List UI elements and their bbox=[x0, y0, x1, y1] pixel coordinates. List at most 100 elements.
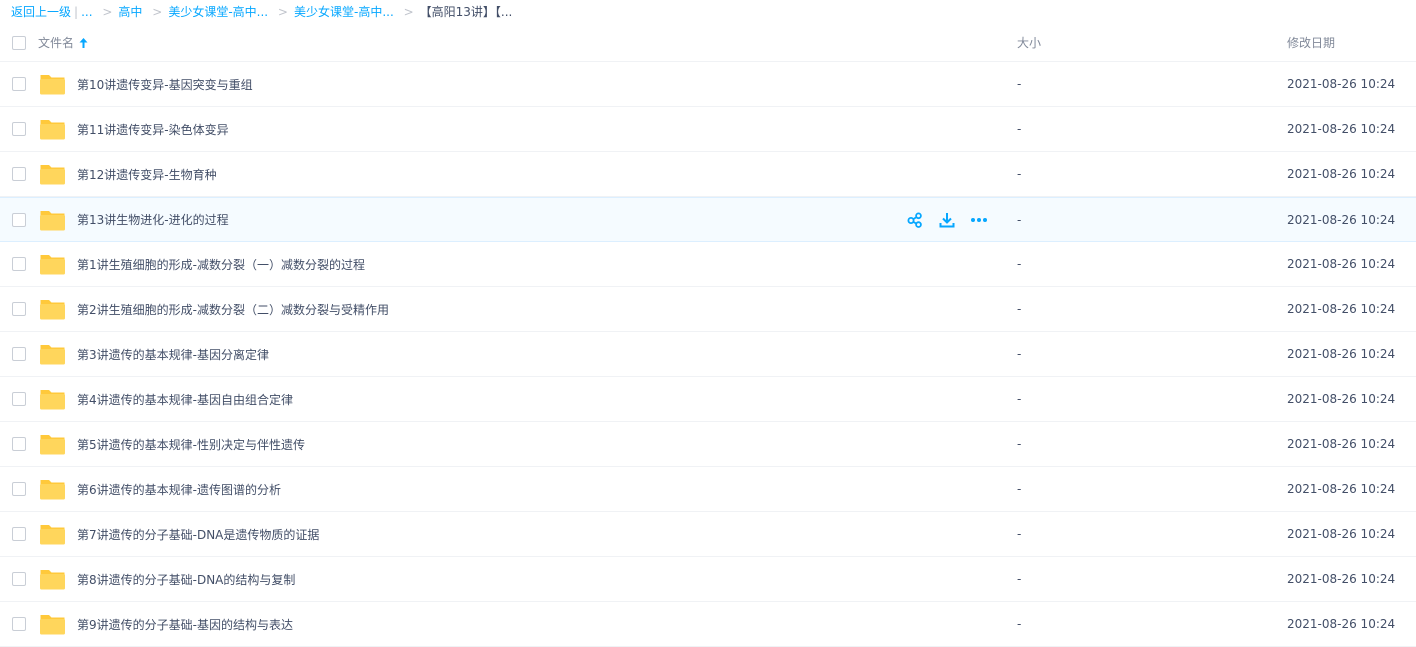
file-date: 2021-08-26 10:24 bbox=[1287, 527, 1396, 541]
breadcrumb-current: 【高阳13讲】【... bbox=[419, 5, 513, 19]
breadcrumb: 返回上一级 |... > 高中 > 美少女课堂-高中... > 美少女课堂-高中... … bbox=[0, 0, 1416, 24]
column-header-name[interactable]: 文件名 bbox=[38, 34, 88, 51]
row-checkbox[interactable] bbox=[12, 572, 26, 586]
file-date: 2021-08-26 10:24 bbox=[1287, 437, 1396, 451]
folder-icon bbox=[40, 255, 65, 275]
file-name[interactable]: 第5讲遗传的基本规律-性别决定与伴性遗传 bbox=[77, 436, 305, 453]
file-name[interactable]: 第11讲遗传变异-染色体变异 bbox=[77, 121, 229, 138]
file-size: - bbox=[1017, 482, 1022, 496]
file-size: - bbox=[1017, 617, 1022, 631]
file-size: - bbox=[1017, 392, 1022, 406]
file-date: 2021-08-26 10:24 bbox=[1287, 212, 1396, 227]
row-checkbox[interactable] bbox=[12, 392, 26, 406]
file-name[interactable]: 第8讲遗传的分子基础-DNA的结构与复制 bbox=[77, 571, 295, 588]
row-checkbox[interactable] bbox=[12, 527, 26, 541]
file-date: 2021-08-26 10:24 bbox=[1287, 572, 1396, 586]
file-name[interactable]: 第1讲生殖细胞的形成-减数分裂（一）减数分裂的过程 bbox=[77, 256, 365, 273]
file-date: 2021-08-26 10:24 bbox=[1287, 392, 1396, 406]
breadcrumb-item-2[interactable]: 美少女课堂-高中... bbox=[168, 5, 268, 19]
file-date: 2021-08-26 10:24 bbox=[1287, 122, 1396, 136]
breadcrumb-item-1[interactable]: 高中 bbox=[118, 5, 142, 19]
folder-icon bbox=[40, 570, 65, 590]
row-checkbox[interactable] bbox=[12, 347, 26, 361]
file-size: - bbox=[1017, 122, 1022, 136]
table-row[interactable]: 第12讲遗传变异-生物育种 - 2021-08-26 10:24 bbox=[0, 152, 1416, 197]
row-checkbox[interactable] bbox=[12, 122, 26, 136]
file-name[interactable]: 第7讲遗传的分子基础-DNA是遗传物质的证据 bbox=[77, 526, 319, 543]
table-row[interactable]: 第9讲遗传的分子基础-基因的结构与表达 - 2021-08-26 10:24 bbox=[0, 602, 1416, 647]
column-header-size[interactable]: 大小 bbox=[1017, 34, 1041, 51]
file-name[interactable]: 第10讲遗传变异-基因突变与重组 bbox=[77, 76, 253, 93]
file-name[interactable]: 第3讲遗传的基本规律-基因分离定律 bbox=[77, 346, 269, 363]
row-checkbox[interactable] bbox=[12, 437, 26, 451]
file-size: - bbox=[1017, 212, 1022, 227]
table-row[interactable]: 第8讲遗传的分子基础-DNA的结构与复制 - 2021-08-26 10:24 bbox=[0, 557, 1416, 602]
table-row[interactable]: 第3讲遗传的基本规律-基因分离定律 - 2021-08-26 10:24 bbox=[0, 332, 1416, 377]
file-name[interactable]: 第4讲遗传的基本规律-基因自由组合定律 bbox=[77, 391, 293, 408]
file-name[interactable]: 第2讲生殖细胞的形成-减数分裂（二）减数分裂与受精作用 bbox=[77, 301, 389, 318]
breadcrumb-sep: > bbox=[403, 5, 414, 19]
file-size: - bbox=[1017, 302, 1022, 316]
select-all-checkbox[interactable] bbox=[12, 35, 26, 50]
table-row[interactable]: 第1讲生殖细胞的形成-减数分裂（一）减数分裂的过程 - 2021-08-26 1… bbox=[0, 242, 1416, 287]
folder-icon bbox=[40, 390, 65, 410]
file-date: 2021-08-26 10:24 bbox=[1287, 302, 1396, 316]
column-header-name-label: 文件名 bbox=[38, 36, 75, 50]
table-row[interactable]: 第11讲遗传变异-染色体变异 - 2021-08-26 10:24 bbox=[0, 107, 1416, 152]
file-date: 2021-08-26 10:24 bbox=[1287, 77, 1396, 91]
folder-icon bbox=[40, 120, 65, 140]
row-checkbox[interactable] bbox=[12, 302, 26, 316]
back-link[interactable]: 返回上一级 bbox=[11, 5, 71, 19]
file-date: 2021-08-26 10:24 bbox=[1287, 347, 1396, 361]
folder-icon bbox=[40, 165, 65, 185]
breadcrumb-ellipsis[interactable]: ... bbox=[81, 5, 92, 19]
file-list: 第10讲遗传变异-基因突变与重组 - 2021-08-26 10:24 第11讲… bbox=[0, 62, 1416, 647]
breadcrumb-sep: > bbox=[102, 5, 113, 19]
table-row[interactable]: 第6讲遗传的基本规律-遗传图谱的分析 - 2021-08-26 10:24 bbox=[0, 467, 1416, 512]
file-size: - bbox=[1017, 527, 1022, 541]
file-size: - bbox=[1017, 77, 1022, 91]
share-icon[interactable] bbox=[904, 209, 926, 231]
file-date: 2021-08-26 10:24 bbox=[1287, 257, 1396, 271]
file-date: 2021-08-26 10:24 bbox=[1287, 167, 1396, 181]
file-date: 2021-08-26 10:24 bbox=[1287, 482, 1396, 496]
sort-ascending-icon[interactable] bbox=[79, 37, 88, 48]
file-name[interactable]: 第9讲遗传的分子基础-基因的结构与表达 bbox=[77, 616, 293, 633]
table-row[interactable]: 第5讲遗传的基本规律-性别决定与伴性遗传 - 2021-08-26 10:24 bbox=[0, 422, 1416, 467]
folder-icon bbox=[40, 525, 65, 545]
table-row[interactable]: 第2讲生殖细胞的形成-减数分裂（二）减数分裂与受精作用 - 2021-08-26… bbox=[0, 287, 1416, 332]
file-size: - bbox=[1017, 347, 1022, 361]
row-checkbox[interactable] bbox=[12, 167, 26, 181]
table-row[interactable]: 第10讲遗传变异-基因突变与重组 - 2021-08-26 10:24 bbox=[0, 62, 1416, 107]
folder-icon bbox=[40, 210, 65, 230]
table-row[interactable]: 第4讲遗传的基本规律-基因自由组合定律 - 2021-08-26 10:24 bbox=[0, 377, 1416, 422]
table-header: 文件名 大小 修改日期 bbox=[0, 24, 1416, 62]
folder-icon bbox=[40, 615, 65, 635]
file-date: 2021-08-26 10:24 bbox=[1287, 617, 1396, 631]
file-name[interactable]: 第6讲遗传的基本规律-遗传图谱的分析 bbox=[77, 481, 281, 498]
breadcrumb-item-3[interactable]: 美少女课堂-高中... bbox=[294, 5, 394, 19]
row-checkbox[interactable] bbox=[12, 77, 26, 91]
download-icon[interactable] bbox=[936, 209, 958, 231]
file-size: - bbox=[1017, 257, 1022, 271]
row-checkbox[interactable] bbox=[12, 257, 26, 271]
folder-icon bbox=[40, 435, 65, 455]
folder-icon bbox=[40, 345, 65, 365]
breadcrumb-sep: > bbox=[277, 5, 288, 19]
row-actions bbox=[904, 209, 1000, 231]
row-checkbox[interactable] bbox=[12, 212, 26, 227]
file-name[interactable]: 第12讲遗传变异-生物育种 bbox=[77, 166, 217, 183]
table-row[interactable]: 第7讲遗传的分子基础-DNA是遗传物质的证据 - 2021-08-26 10:2… bbox=[0, 512, 1416, 557]
breadcrumb-sep: > bbox=[152, 5, 163, 19]
breadcrumb-bar: | bbox=[74, 5, 79, 19]
row-checkbox[interactable] bbox=[12, 617, 26, 631]
more-icon[interactable] bbox=[968, 209, 990, 231]
column-header-date[interactable]: 修改日期 bbox=[1287, 34, 1335, 51]
row-checkbox[interactable] bbox=[12, 482, 26, 496]
folder-icon bbox=[40, 480, 65, 500]
folder-icon bbox=[40, 300, 65, 320]
table-row[interactable]: 第13讲生物进化-进化的过程 - 2021-08-26 10:24 bbox=[0, 197, 1416, 242]
folder-icon bbox=[40, 75, 65, 95]
file-size: - bbox=[1017, 572, 1022, 586]
file-name[interactable]: 第13讲生物进化-进化的过程 bbox=[77, 211, 229, 228]
